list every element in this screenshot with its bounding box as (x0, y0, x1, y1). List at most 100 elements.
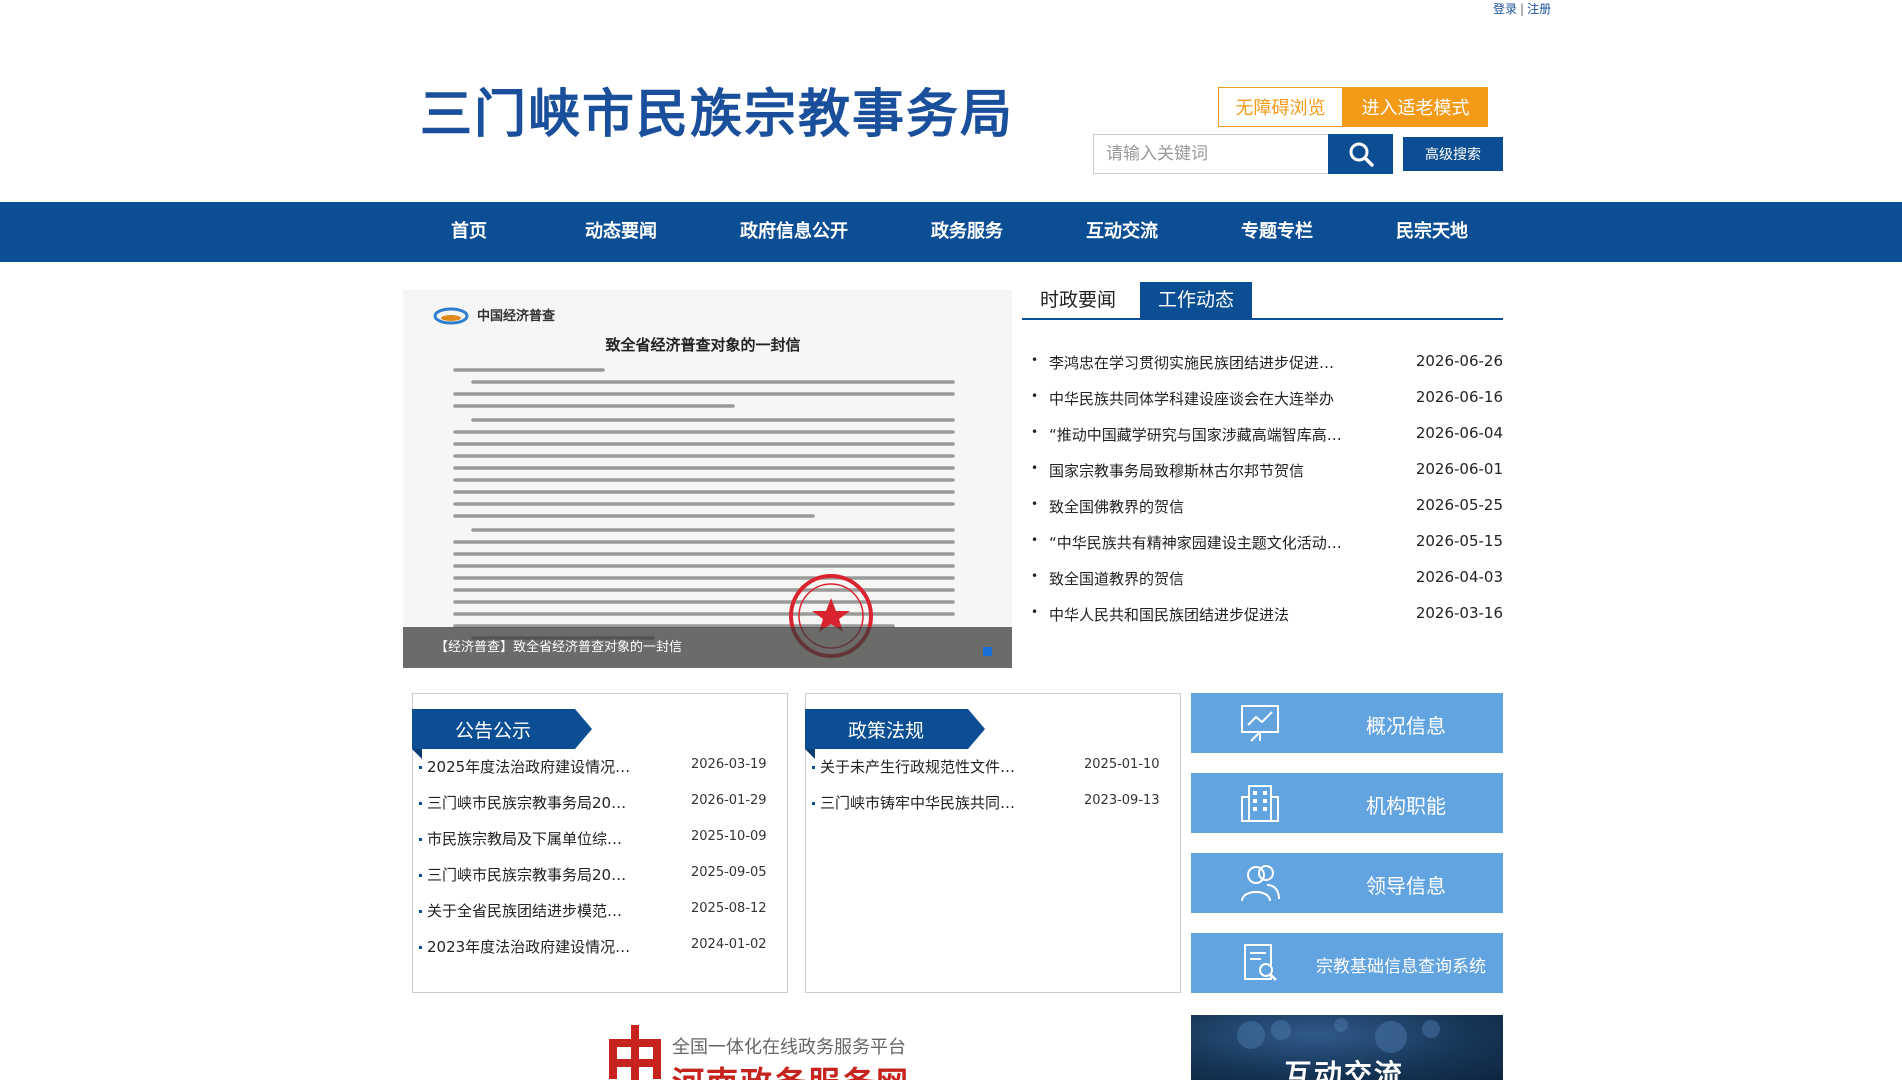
policy-title[interactable]: 三门峡市铸牢中华民族共同… (820, 792, 1035, 813)
nav-item-home[interactable]: 首页 (451, 202, 487, 262)
notices-title[interactable]: 公告公示 (455, 716, 531, 743)
list-item[interactable]: • 中华民族共同体学科建设座谈会在大连举办 2026-06-16 (1022, 381, 1503, 417)
overview-info-button[interactable]: 概况信息 (1191, 693, 1503, 753)
nav-item-interaction[interactable]: 互动交流 (1086, 202, 1158, 262)
notices-panel: 公告公示 2025年度法治政府建设情况… 2026-03-19 三门峡市民族宗教事… (412, 693, 788, 993)
news-date: 2026-04-03 (1415, 568, 1503, 586)
chart-board-icon (1241, 705, 1279, 742)
nav-item-news[interactable]: 动态要闻 (585, 202, 657, 262)
org-functions-button[interactable]: 机构职能 (1191, 773, 1503, 833)
people-icon (1241, 865, 1280, 902)
list-item[interactable]: 关于未产生行政规范性文件… 2025-01-10 (812, 756, 1172, 792)
gov-platform-title[interactable]: 河南政务服务网 (672, 1058, 910, 1080)
policy-date: 2025-01-10 (1084, 757, 1160, 772)
list-item[interactable]: • 国家宗教事务局致穆斯林古尔邦节贺信 2026-06-01 (1022, 453, 1503, 489)
tab-politics-news[interactable]: 时政要闻 (1022, 282, 1135, 318)
login-link[interactable]: 登录 (1493, 2, 1517, 16)
news-date: 2026-05-25 (1415, 496, 1503, 514)
register-link[interactable]: 注册 (1527, 2, 1551, 16)
list-item[interactable]: • “中华民族共有精神家园建设主题文化活动… 2026-05-15 (1022, 525, 1503, 561)
news-title[interactable]: “推动中国藏学研究与国家涉藏高端智库高… (1049, 424, 1359, 445)
nav-item-services[interactable]: 政务服务 (931, 202, 1003, 262)
nav-item-topics[interactable]: 专题专栏 (1241, 202, 1313, 262)
list-item[interactable]: 市民族宗教局及下属单位综… 2025-10-09 (419, 828, 779, 864)
policies-panel: 政策法规 关于未产生行政规范性文件… 2025-01-10 三门峡市铸牢中华民族共… (805, 693, 1181, 993)
news-date: 2026-06-01 (1415, 460, 1503, 478)
notice-title[interactable]: 三门峡市民族宗教事务局20… (427, 864, 642, 885)
interaction-banner-title[interactable]: 互动交流 (1284, 1053, 1404, 1080)
list-item[interactable]: • 李鸿忠在学习贯彻实施民族团结进步促进… 2026-06-26 (1022, 345, 1503, 381)
list-item[interactable]: • 致全国佛教界的贺信 2026-05-25 (1022, 489, 1503, 525)
doc-header-text: 中国经济普查 (477, 308, 556, 324)
search-button[interactable] (1328, 134, 1393, 174)
news-title[interactable]: 致全国道教界的贺信 (1049, 568, 1359, 589)
notice-date: 2026-03-19 (691, 757, 767, 772)
main-nav: 首页 动态要闻 政府信息公开 政务服务 互动交流 专题专栏 民宗天地 (0, 202, 1902, 262)
news-date: 2026-06-04 (1415, 424, 1503, 442)
list-item[interactable]: • 中华人民共和国民族团结进步促进法 2026-03-16 (1022, 597, 1503, 633)
policies-list: 关于未产生行政规范性文件… 2025-01-10 三门峡市铸牢中华民族共同… 202… (812, 756, 1172, 828)
news-title[interactable]: 中华民族共同体学科建设座谈会在大连举办 (1049, 388, 1359, 409)
news-date: 2026-05-15 (1415, 532, 1503, 550)
news-title[interactable]: 致全国佛教界的贺信 (1049, 496, 1359, 517)
search-input[interactable] (1093, 134, 1329, 174)
doc-title-text: 致全省经济普查对象的一封信 (605, 336, 800, 354)
news-carousel[interactable]: 中国经济普查 致全省经济普查对象的一封信 【经济普查】致全省经济普查对象的一封信 (403, 290, 1012, 668)
news-date: 2026-06-26 (1415, 352, 1503, 370)
interaction-banner[interactable]: 互动交流 (1191, 1015, 1503, 1080)
search-icon (1349, 142, 1374, 167)
nav-item-culture[interactable]: 民宗天地 (1396, 202, 1468, 262)
news-title[interactable]: 李鸿忠在学习贯彻实施民族团结进步促进… (1049, 352, 1359, 373)
notice-title[interactable]: 2023年度法治政府建设情况… (427, 936, 642, 957)
org-functions-label[interactable]: 机构职能 (1366, 790, 1446, 819)
list-item[interactable]: 三门峡市民族宗教事务局20… 2026-01-29 (419, 792, 779, 828)
news-title[interactable]: “中华民族共有精神家园建设主题文化活动… (1049, 532, 1359, 553)
carousel-indicator[interactable] (983, 647, 992, 656)
notice-date: 2025-10-09 (691, 829, 767, 844)
religion-query-button[interactable]: 宗教基础信息查询系统 (1191, 933, 1503, 993)
notice-date: 2025-09-05 (691, 865, 767, 880)
list-item[interactable]: 2025年度法治政府建设情况… 2026-03-19 (419, 756, 779, 792)
news-date: 2026-03-16 (1415, 604, 1503, 622)
policies-title[interactable]: 政策法规 (848, 716, 924, 743)
site-title[interactable]: 三门峡市民族宗教事务局 (420, 72, 1014, 147)
accessibility-button[interactable]: 无障碍浏览 (1218, 87, 1343, 127)
news-title[interactable]: 国家宗教事务局致穆斯林古尔邦节贺信 (1049, 460, 1359, 481)
top-links: 登录 | 注册 (1493, 0, 1551, 17)
news-list: • 李鸿忠在学习贯彻实施民族团结进步促进… 2026-06-26 • 中华民族共同体学… (1022, 345, 1503, 633)
list-item[interactable]: 关于全省民族团结进步模范… 2025-08-12 (419, 900, 779, 936)
nav-item-gov-info[interactable]: 政府信息公开 (740, 202, 848, 262)
leader-info-label[interactable]: 领导信息 (1366, 870, 1446, 899)
advanced-search-button[interactable]: 高级搜索 (1403, 137, 1503, 171)
notice-date: 2024-01-02 (691, 937, 767, 952)
notice-title[interactable]: 三门峡市民族宗教事务局20… (427, 792, 642, 813)
policy-date: 2023-09-13 (1084, 793, 1160, 808)
notices-list: 2025年度法治政府建设情况… 2026-03-19 三门峡市民族宗教事务局20…… (419, 756, 779, 972)
document-search-icon (1244, 944, 1277, 981)
link-separator: | (1520, 2, 1525, 16)
policies-header[interactable]: 政策法规 (805, 709, 985, 759)
leader-info-button[interactable]: 领导信息 (1191, 853, 1503, 913)
list-item[interactable]: 2023年度法治政府建设情况… 2024-01-02 (419, 936, 779, 972)
tab-work-updates[interactable]: 工作动态 (1140, 282, 1253, 318)
news-title[interactable]: 中华人民共和国民族团结进步促进法 (1049, 604, 1359, 625)
notice-date: 2025-08-12 (691, 901, 767, 916)
carousel-caption[interactable]: 【经济普查】致全省经济普查对象的一封信 (403, 627, 1012, 668)
notices-header[interactable]: 公告公示 (412, 709, 592, 759)
notice-title[interactable]: 市民族宗教局及下属单位综… (427, 828, 642, 849)
policy-title[interactable]: 关于未产生行政规范性文件… (820, 756, 1035, 777)
elder-mode-button[interactable]: 进入适老模式 (1343, 87, 1488, 127)
building-icon (1241, 785, 1279, 822)
news-date: 2026-06-16 (1415, 388, 1503, 406)
list-item[interactable]: • 致全国道教界的贺信 2026-04-03 (1022, 561, 1503, 597)
religion-query-label[interactable]: 宗教基础信息查询系统 (1316, 952, 1486, 977)
notice-title[interactable]: 关于全省民族团结进步模范… (427, 900, 642, 921)
list-item[interactable]: 三门峡市铸牢中华民族共同… 2023-09-13 (812, 792, 1172, 828)
overview-info-label[interactable]: 概况信息 (1366, 710, 1446, 739)
carousel-image[interactable]: 中国经济普查 致全省经济普查对象的一封信 (433, 298, 973, 658)
gov-platform-subtitle[interactable]: 全国一体化在线政务服务平台 (672, 1033, 906, 1059)
gov-service-logo-icon[interactable] (605, 1025, 665, 1080)
list-item[interactable]: 三门峡市民族宗教事务局20… 2025-09-05 (419, 864, 779, 900)
notice-title[interactable]: 2025年度法治政府建设情况… (427, 756, 642, 777)
list-item[interactable]: • “推动中国藏学研究与国家涉藏高端智库高… 2026-06-04 (1022, 417, 1503, 453)
